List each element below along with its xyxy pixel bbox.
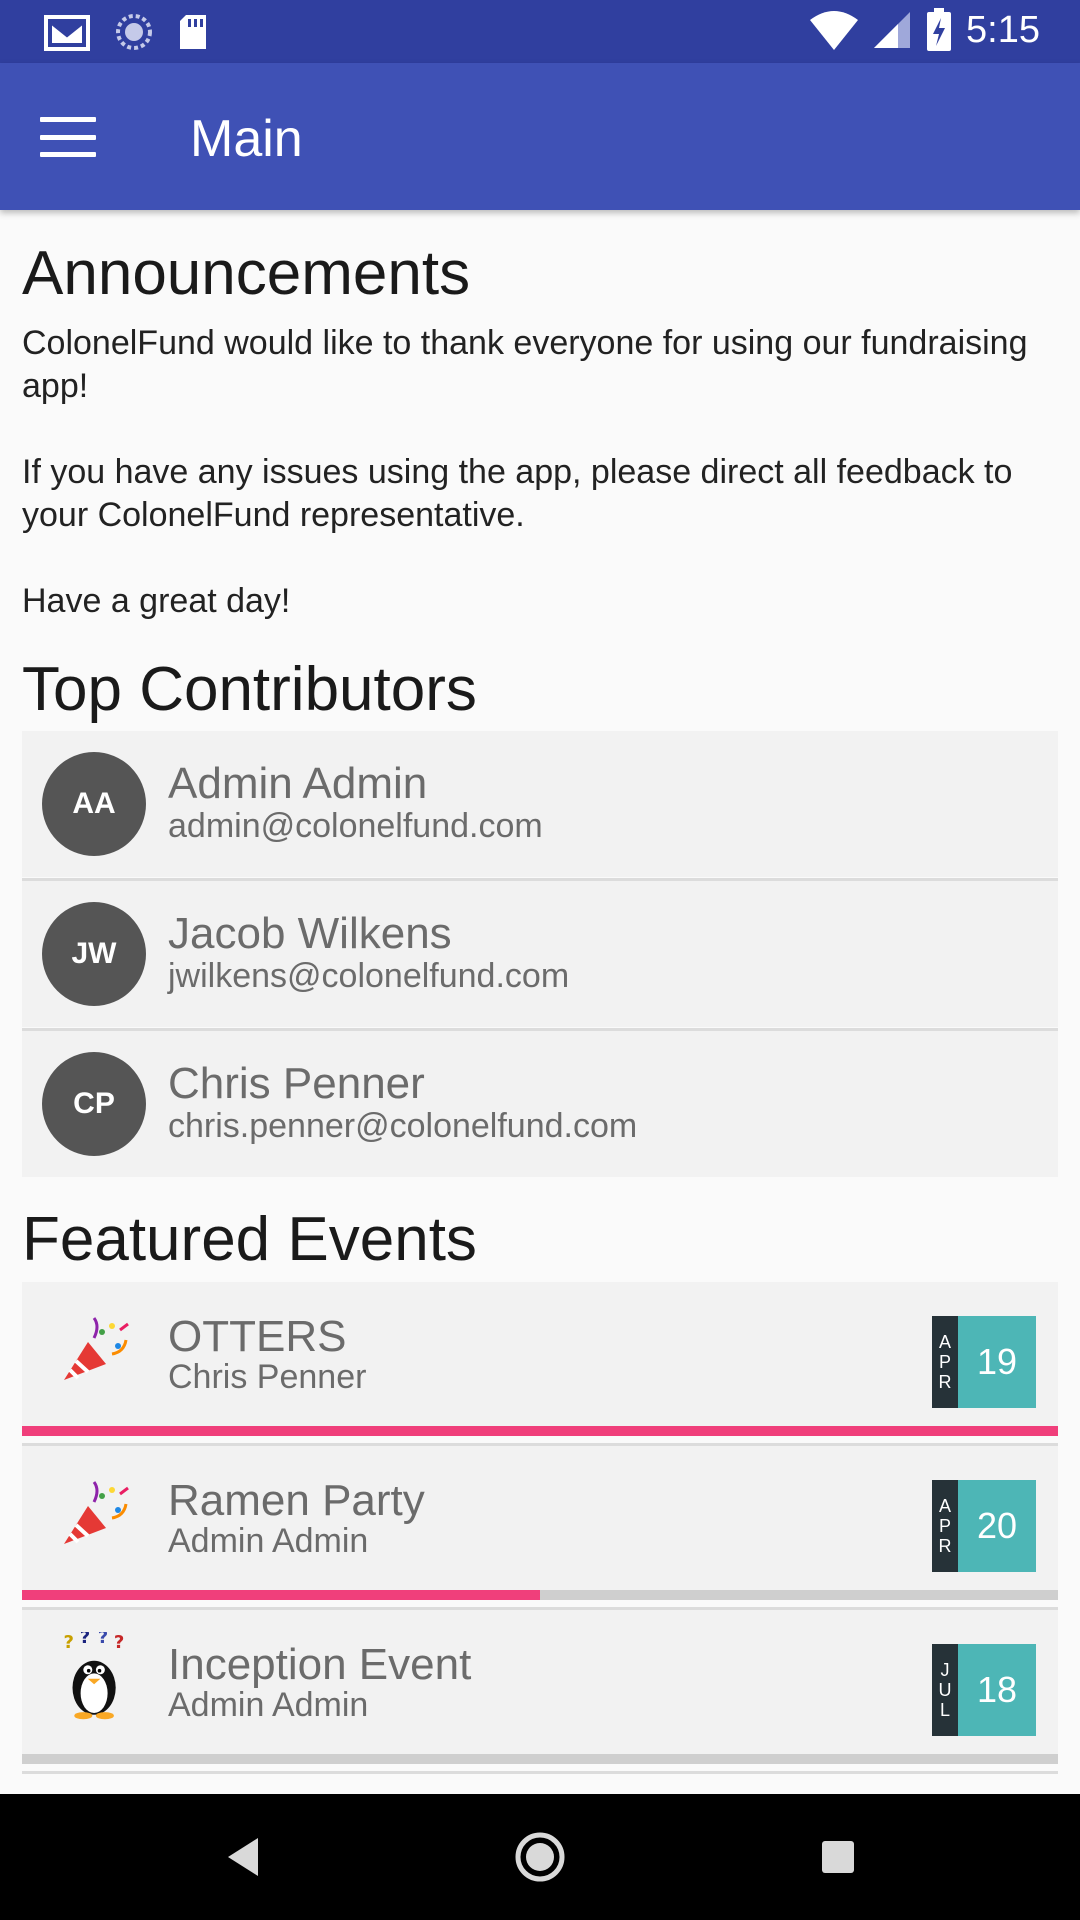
event-card[interactable]: Ramen Party Admin Admin APR 20 <box>22 1446 1058 1600</box>
contributor-card[interactable]: JW Jacob Wilkens jwilkens@colonelfund.co… <box>22 881 1058 1027</box>
sd-card-icon <box>180 15 206 49</box>
contributor-name: Jacob Wilkens <box>168 909 452 958</box>
party-popper-icon <box>64 1317 129 1380</box>
main-content[interactable]: Announcements ColonelFund would like to … <box>0 210 1080 1794</box>
recents-icon[interactable] <box>803 1824 873 1890</box>
event-organizer: Admin Admin <box>168 1522 369 1560</box>
announcements-body: ColonelFund would like to thank everyone… <box>22 322 1062 623</box>
clock: 5:15 <box>966 8 1040 51</box>
confused-penguin-icon: ? ? ? ? <box>64 1632 124 1720</box>
date-day: 18 <box>958 1644 1036 1736</box>
hamburger-menu-icon[interactable] <box>40 111 96 163</box>
featured-events-heading: Featured Events <box>22 1205 477 1274</box>
event-card[interactable]: OTTERS Chris Penner APR 19 <box>22 1282 1058 1436</box>
back-icon[interactable] <box>206 1824 276 1890</box>
wifi-icon <box>810 11 859 50</box>
event-name: OTTERS <box>168 1312 347 1361</box>
event-progress-bar <box>22 1590 1058 1600</box>
event-organizer: Admin Admin <box>168 1686 369 1724</box>
signal-icon <box>874 12 911 48</box>
party-popper-icon <box>64 1481 129 1544</box>
battery-charging-icon <box>927 8 952 51</box>
svg-text:?: ? <box>80 1632 90 1648</box>
svg-text:?: ? <box>114 1632 124 1653</box>
divider <box>22 1771 1058 1774</box>
contributor-email: chris.penner@colonelfund.com <box>168 1107 638 1145</box>
announcement-line: Have a great day! <box>22 582 291 620</box>
date-badge: APR 20 <box>932 1480 1036 1572</box>
contributor-card[interactable]: AA Admin Admin admin@colonelfund.com <box>22 731 1058 877</box>
event-name: Ramen Party <box>168 1476 425 1525</box>
announcement-line: ColonelFund would like to thank everyone… <box>22 324 1028 405</box>
date-month: JUL <box>932 1644 958 1736</box>
app-bar: Main <box>0 63 1080 210</box>
progress-fill <box>22 1426 1058 1436</box>
event-name: Inception Event <box>168 1640 472 1689</box>
contributor-card[interactable]: CP Chris Penner chris.penner@colonelfund… <box>22 1031 1058 1177</box>
system-nav-bar <box>0 1794 1080 1920</box>
date-badge: JUL 18 <box>932 1644 1036 1736</box>
contributor-email: jwilkens@colonelfund.com <box>168 957 570 995</box>
date-day: 19 <box>958 1316 1036 1408</box>
gmail-icon <box>44 15 90 51</box>
page-title: Main <box>190 110 303 168</box>
svg-text:?: ? <box>98 1632 108 1648</box>
event-progress-bar <box>22 1754 1058 1764</box>
contributor-name: Admin Admin <box>168 759 428 808</box>
avatar: AA <box>42 752 146 856</box>
event-progress-bar <box>22 1426 1058 1436</box>
announcements-heading: Announcements <box>22 239 471 308</box>
svg-text:?: ? <box>64 1632 74 1653</box>
avatar: CP <box>42 1052 146 1156</box>
status-bar: 5:15 <box>0 0 1080 63</box>
contributor-email: admin@colonelfund.com <box>168 807 543 845</box>
avatar: JW <box>42 902 146 1006</box>
progress-fill <box>22 1590 540 1600</box>
event-card[interactable]: ? ? ? ? Inception Event Admin Admin JUL … <box>22 1610 1058 1764</box>
home-icon[interactable] <box>505 1824 575 1890</box>
top-contributors-heading: Top Contributors <box>22 655 477 724</box>
date-month: APR <box>932 1316 958 1408</box>
sync-icon <box>116 14 152 50</box>
date-day: 20 <box>958 1480 1036 1572</box>
announcement-line: If you have any issues using the app, pl… <box>22 453 1013 534</box>
contributor-name: Chris Penner <box>168 1059 425 1108</box>
event-organizer: Chris Penner <box>168 1358 367 1396</box>
date-badge: APR 19 <box>932 1316 1036 1408</box>
date-month: APR <box>932 1480 958 1572</box>
